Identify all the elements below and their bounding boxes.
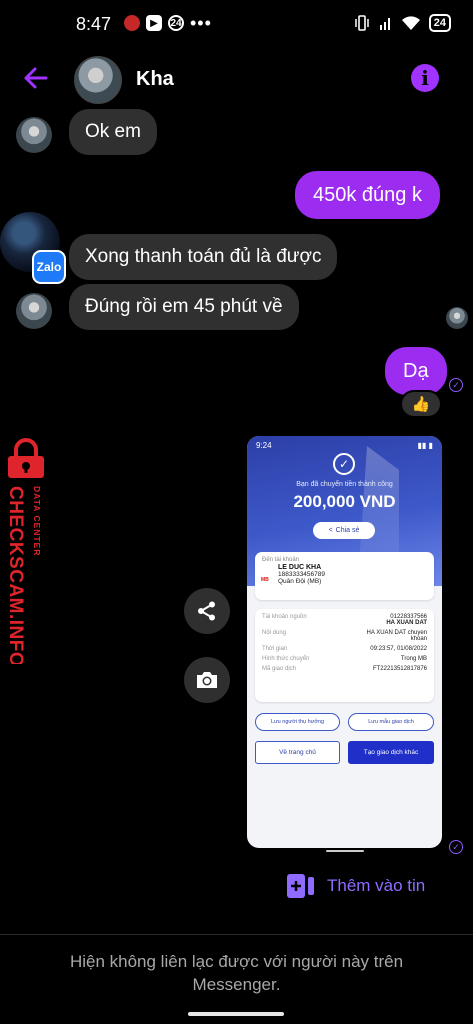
detail-row: Thời gian 09:23:57, 01/08/2022 bbox=[262, 646, 427, 652]
notification-count-icon: 24 bbox=[168, 15, 184, 31]
share-button[interactable] bbox=[184, 588, 230, 634]
status-left-icons: ▶ 24 ••• bbox=[124, 13, 212, 33]
lock-icon bbox=[8, 438, 44, 478]
youtube-icon: ▶ bbox=[146, 15, 162, 31]
detail-row: Mã giao dịch FT22213512817876 bbox=[262, 666, 427, 672]
sent-check-icon: ✓ bbox=[449, 378, 463, 392]
transfer-amount: 200,000 VND bbox=[293, 492, 396, 511]
detail-value: 01228337566 HA XUAN DAT bbox=[386, 614, 427, 626]
watermark-main-text: CHECKSCAM.INFO bbox=[5, 486, 26, 664]
app-notification-icon bbox=[124, 15, 140, 31]
unavailable-notice: Hiện không liên lạc được với người này t… bbox=[69, 952, 404, 994]
sent-check-icon: ✓ bbox=[449, 840, 463, 854]
save-template-pill: Lưu mẫu giao dịch bbox=[348, 713, 434, 731]
zalo-icon[interactable]: Zalo bbox=[32, 250, 66, 284]
seen-avatar bbox=[446, 307, 468, 329]
image-status-bar: 9:24 ▮▮ ▮ bbox=[247, 436, 442, 454]
message-bubble-out[interactable]: Dạ bbox=[385, 347, 447, 395]
home-button: Về trang chủ bbox=[255, 741, 340, 764]
detail-row: Nội dung HA XUAN DAT chuyen khoan bbox=[262, 630, 427, 642]
detail-value: HA XUAN DAT chuyen khoan bbox=[366, 630, 427, 642]
add-to-story-icon bbox=[287, 874, 314, 898]
home-indicator[interactable] bbox=[188, 1012, 284, 1016]
camera-button[interactable] bbox=[184, 657, 230, 703]
to-account-label: Đến tài khoản bbox=[262, 557, 300, 563]
image-handle bbox=[326, 850, 364, 852]
recipient-name: LE DUC KHA bbox=[278, 564, 322, 571]
image-share-icon: < bbox=[328, 527, 333, 534]
transfer-success-text: Bạn đã chuyển tiền thành công bbox=[296, 481, 393, 488]
sender-avatar[interactable] bbox=[16, 117, 52, 153]
status-right-icons: 24 bbox=[353, 14, 451, 32]
detail-value: FT22213512817876 bbox=[372, 666, 427, 672]
recipient-bank: Quân Đội (MB) bbox=[278, 578, 322, 585]
detail-value: Trong MB bbox=[400, 656, 427, 662]
detail-key: Tài khoản nguồn bbox=[262, 614, 307, 620]
detail-row: Tài khoản nguồn 01228337566 HA XUAN DAT bbox=[262, 614, 427, 626]
more-notifications-icon: ••• bbox=[190, 13, 212, 33]
message-bubble-in[interactable]: Xong thanh toán đủ là được bbox=[69, 234, 338, 280]
contact-name[interactable]: Kha bbox=[136, 68, 174, 91]
recipient-card: Đến tài khoản LE DUC KHA 1883333456789 Q… bbox=[255, 552, 434, 600]
contact-avatar[interactable] bbox=[74, 56, 122, 104]
status-time: 8:47 bbox=[76, 14, 112, 34]
wifi-icon bbox=[401, 16, 420, 30]
status-bar: 8:47 ▶ 24 ••• 24 bbox=[0, 0, 473, 48]
divider bbox=[0, 934, 473, 935]
message-bubble-in[interactable]: Ok em bbox=[69, 109, 157, 155]
save-payee-pill: Lưu người thụ hưởng bbox=[255, 713, 340, 731]
sender-avatar[interactable] bbox=[16, 293, 52, 329]
battery-icon: 24 bbox=[428, 14, 451, 32]
detail-key: Hình thức chuyển bbox=[262, 656, 310, 662]
image-share-label: Chia sẻ bbox=[335, 527, 360, 534]
recipient-account: 1883333456789 bbox=[278, 571, 325, 578]
add-to-story-button[interactable]: Thêm vào tin bbox=[287, 874, 425, 898]
shared-image[interactable]: 9:24 ▮▮ ▮ ✓ Bạn đã chuyển tiền thành côn… bbox=[247, 436, 442, 848]
new-transaction-button: Tạo giao dịch khác bbox=[348, 741, 434, 764]
detail-key: Thời gian bbox=[262, 646, 288, 652]
reaction-badge[interactable]: 👍 bbox=[400, 390, 442, 418]
share-icon bbox=[198, 601, 215, 621]
detail-key: Mã giao dịch bbox=[262, 666, 297, 672]
image-share-button: < Chia sẻ bbox=[313, 522, 375, 539]
signal-icon bbox=[379, 18, 390, 30]
transaction-details-card: Tài khoản nguồn 01228337566 HA XUAN DAT N… bbox=[255, 609, 434, 702]
camera-icon bbox=[197, 672, 217, 688]
watermark-subtext: DATA CENTER bbox=[32, 486, 42, 556]
watermark-sub-text: DATA CENTER bbox=[32, 486, 42, 556]
back-arrow-icon[interactable] bbox=[20, 62, 52, 94]
vibrate-icon bbox=[355, 15, 369, 31]
info-icon[interactable]: i bbox=[411, 64, 439, 92]
add-to-story-label: Thêm vào tin bbox=[327, 876, 426, 895]
image-status-icons: ▮▮ ▮ bbox=[417, 441, 433, 450]
image-status-time: 9:24 bbox=[256, 441, 272, 450]
detail-row: Hình thức chuyển Trong MB bbox=[262, 656, 427, 662]
message-bubble-in[interactable]: Đúng rồi em 45 phút về bbox=[69, 284, 299, 330]
detail-value: 09:23:57, 01/08/2022 bbox=[370, 646, 427, 652]
success-check-icon: ✓ bbox=[333, 453, 355, 475]
mb-bank-logo: MB bbox=[261, 577, 269, 583]
message-bubble-out[interactable]: 450k đúng k bbox=[295, 171, 440, 219]
detail-key: Nội dung bbox=[262, 630, 287, 636]
